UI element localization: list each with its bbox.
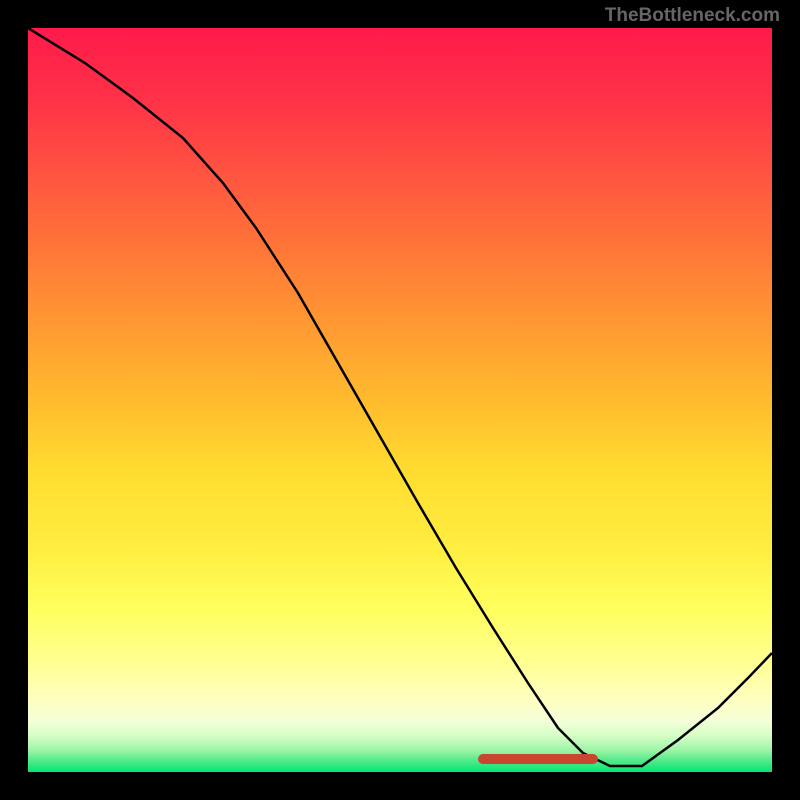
plot-area bbox=[28, 28, 772, 772]
highlight-band bbox=[478, 754, 598, 764]
chart-line bbox=[28, 28, 772, 772]
chart-container: TheBottleneck.com bbox=[0, 0, 800, 800]
watermark-text: TheBottleneck.com bbox=[605, 5, 780, 27]
